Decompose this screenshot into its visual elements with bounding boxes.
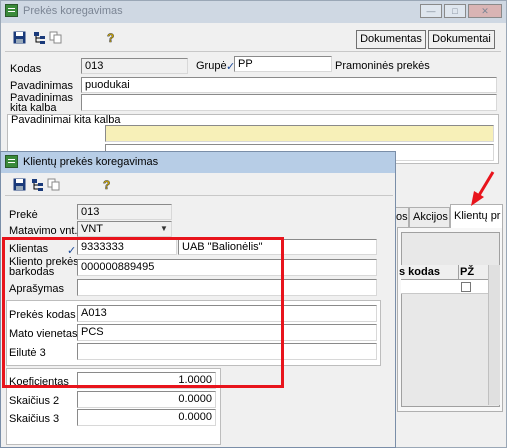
kodas-field[interactable]: 013 [81, 58, 188, 74]
tab-akcijos-label: Akcijos [413, 211, 448, 223]
grid-row[interactable] [401, 280, 500, 294]
tab-os[interactable]: os [395, 207, 409, 227]
maximize-button[interactable]: □ [444, 4, 466, 18]
grid-vscroll[interactable] [488, 265, 500, 405]
front-app-icon [5, 155, 18, 168]
front-help-icon[interactable]: ? [101, 178, 114, 191]
skaicius2-label: Skaičius 2 [9, 395, 60, 407]
tab-os-label: os [396, 211, 408, 223]
pavadinimas-field[interactable]: puodukai [81, 77, 497, 93]
skaicius3-field[interactable]: 0.0000 [77, 409, 216, 426]
dokumentai-button[interactable]: Dokumentai [428, 30, 495, 49]
app-icon [5, 4, 18, 17]
grid-header-pz: PŽ [460, 266, 475, 278]
grupe-name-text: Pramoninės prekės [335, 60, 430, 72]
red-highlight-annotation [2, 237, 284, 388]
svg-text:?: ? [107, 31, 114, 44]
copy-icon[interactable] [49, 31, 62, 44]
skaicius2-field[interactable]: 0.0000 [77, 391, 216, 408]
matavimo-label: Matavimo vnt. [9, 225, 78, 237]
tab-klientu-label: Klientų pr [454, 210, 501, 222]
front-tree-icon[interactable] [31, 178, 44, 191]
save-icon[interactable] [13, 31, 26, 44]
preke-label: Prekė [9, 209, 38, 221]
close-button[interactable]: ✕ [468, 4, 502, 18]
front-window-title: Klientų prekės koregavimas [23, 156, 159, 168]
pavadinimas-kita-label: Pavadinimas kita kalba [10, 93, 73, 114]
matavimo-field[interactable]: VNT ▼ [77, 221, 172, 237]
dokumentas-button[interactable]: Dokumentas [356, 30, 426, 49]
front-copy-icon[interactable] [47, 178, 60, 191]
help-icon[interactable]: ? [105, 31, 118, 44]
toolbar-divider [5, 51, 501, 52]
pavadinimas-kita-line2: kita kalba [10, 102, 57, 114]
tab-akcijos[interactable]: Akcijos [409, 207, 450, 227]
pavadinimas-label: Pavadinimas [10, 80, 73, 92]
grupe-code-field[interactable]: PP [234, 56, 332, 72]
grid-header-kodas: s kodas [399, 266, 440, 278]
tree-icon[interactable] [33, 31, 46, 44]
clients-grid [401, 232, 500, 407]
pavadinimas-kita-field[interactable] [81, 94, 497, 111]
skaicius3-label: Skaičius 3 [9, 413, 60, 425]
grupe-label: Grupė [196, 60, 227, 72]
front-save-icon[interactable] [13, 178, 26, 191]
front-title-bar[interactable]: Klientų prekės koregavimas [1, 152, 395, 173]
front-toolbar-divider [5, 195, 393, 196]
minimize-button[interactable]: — [420, 4, 442, 18]
preke-field[interactable]: 013 [77, 204, 172, 220]
kodas-label: Kodas [10, 63, 42, 75]
svg-text:?: ? [103, 178, 110, 191]
red-arrow-annotation [471, 171, 495, 206]
grid-header-sep [458, 265, 459, 280]
pavadinimai-kita-field-1[interactable] [105, 125, 494, 142]
pz-checkbox[interactable] [461, 282, 471, 292]
window-title: Prekės koregavimas [23, 5, 123, 17]
matavimo-value: VNT [81, 223, 103, 235]
title-bar[interactable]: Prekės koregavimas — □ ✕ [1, 1, 506, 23]
matavimo-dropdown-icon[interactable]: ▼ [158, 222, 170, 235]
